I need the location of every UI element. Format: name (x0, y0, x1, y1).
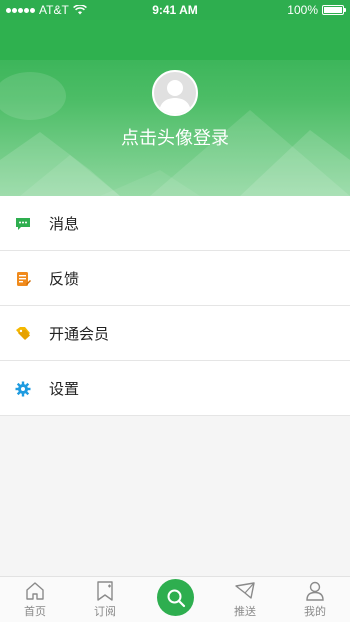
menu-item-messages[interactable]: 消息 (0, 196, 350, 251)
tag-icon (15, 326, 31, 342)
battery-percent: 100% (287, 3, 318, 17)
message-icon (15, 216, 31, 232)
menu-item-membership[interactable]: 开通会员 (0, 306, 350, 361)
feedback-icon (15, 271, 31, 287)
tab-label: 我的 (304, 605, 326, 618)
home-icon (26, 582, 44, 600)
tab-label: 订阅 (94, 605, 116, 618)
menu-item-label: 设置 (49, 380, 80, 398)
battery-fill (324, 7, 342, 13)
avatar[interactable] (152, 70, 198, 116)
tab-home[interactable]: 首页 (10, 580, 60, 622)
settings-menu: 消息 反馈 开通会员 设置 (0, 196, 350, 416)
gear-icon (15, 381, 31, 397)
profile-icon (306, 581, 324, 601)
menu-item-label: 反馈 (49, 270, 80, 288)
search-icon (167, 589, 185, 607)
tab-push[interactable]: 推送 (220, 580, 270, 622)
menu-item-label: 开通会员 (49, 325, 110, 343)
menu-item-feedback[interactable]: 反馈 (0, 251, 350, 306)
battery-icon (322, 5, 346, 15)
tab-label: 推送 (234, 605, 256, 618)
search-button[interactable] (157, 579, 194, 616)
subscribe-icon (97, 581, 113, 601)
menu-item-settings[interactable]: 设置 (0, 361, 350, 416)
default-avatar-icon (159, 80, 191, 114)
login-prompt[interactable]: 点击头像登录 (0, 124, 350, 150)
tab-label: 首页 (24, 605, 46, 618)
tab-profile[interactable]: 我的 (290, 580, 340, 622)
profile-header: 点击头像登录 (0, 20, 350, 196)
send-icon (235, 582, 255, 599)
menu-item-label: 消息 (49, 215, 80, 233)
status-bar: AT&T 9:41 AM 100% (0, 0, 350, 20)
tab-subscribe[interactable]: 订阅 (80, 580, 130, 622)
status-right: 100% (287, 3, 346, 17)
